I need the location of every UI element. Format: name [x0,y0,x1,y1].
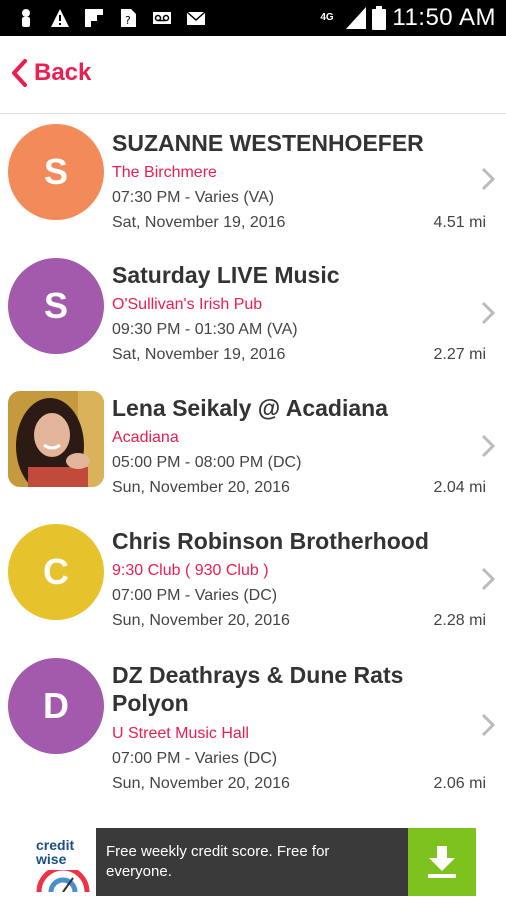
chevron-right-icon [481,301,496,325]
warning-icon [51,9,69,27]
event-time: 05:00 PM - 08:00 PM (DC) [112,454,302,471]
event-time: 07:00 PM - Varies (DC) [112,750,278,767]
chevron-right-icon [481,713,496,737]
event-time: 07:00 PM - Varies (DC) [112,587,278,604]
event-title: Lena Seikaly @ Acadiana [112,395,388,421]
event-distance: 4.51 mi [433,214,486,231]
ad-text: Free weekly credit score. Free for every… [106,843,330,880]
chevron-right-icon [481,434,496,458]
signal-icon [346,7,367,29]
event-title: Chris Robinson Brotherhood [112,528,429,554]
event-list-item[interactable]: Lena Seikaly @ Acadiana Acadiana 05:00 P… [0,381,506,514]
flipboard-icon [85,9,103,27]
chevron-right-icon [481,167,496,191]
event-title: DZ Deathrays & Dune Rats Polyon [112,662,404,716]
back-label: Back [34,59,92,86]
event-distance: 2.06 mi [433,775,486,792]
avatar: S [8,124,104,220]
voicemail-icon [153,12,171,24]
event-list-item[interactable]: C Chris Robinson Brotherhood 9:30 Club (… [0,514,506,646]
svg-text:?: ? [125,14,131,27]
notification-icons: ? [16,7,206,29]
avatar: C [8,524,104,620]
event-distance: 2.04 mi [433,479,486,496]
event-venue[interactable]: The Birchmere [112,164,217,182]
event-list-item[interactable]: S Saturday LIVE Music O'Sullivan's Irish… [0,248,506,381]
event-date: Sat, November 19, 2016 [112,214,286,231]
artist-photo [8,391,104,487]
status-indicators: 4G 11:50 AM [320,4,496,32]
person-icon [22,9,30,27]
chevron-left-icon [12,59,27,87]
sim-icon: ? [121,9,136,27]
creditwise-logo-text: credit wise [36,837,75,867]
ad-download-button[interactable] [408,828,476,896]
event-list-item[interactable]: S SUZANNE WESTENHOEFER The Birchmere 07:… [0,116,506,248]
event-time: 07:30 PM - Varies (VA) [112,189,275,206]
avatar: S [8,258,104,354]
event-venue[interactable]: O'Sullivan's Irish Pub [112,296,262,314]
event-venue[interactable]: 9:30 Club ( 930 Club ) [112,562,269,580]
creditwise-logo: credit wise [30,828,96,896]
event-distance: 2.27 mi [433,346,486,363]
clock: 11:50 AM [392,4,496,31]
event-date: Sat, November 19, 2016 [112,346,286,363]
avatar: D [8,658,104,754]
download-icon [428,846,456,878]
event-time: 09:30 PM - 01:30 AM (VA) [112,321,298,338]
network-type: 4G [320,12,334,23]
mail-icon [186,11,206,25]
event-date: Sun, November 20, 2016 [112,479,290,496]
event-title: Saturday LIVE Music [112,262,340,288]
gauge-icon [36,870,90,892]
event-list-item[interactable]: D DZ Deathrays & Dune Rats Polyon U Stre… [0,646,506,806]
event-venue[interactable]: U Street Music Hall [112,725,249,743]
app-bar: Back [0,36,506,114]
event-venue[interactable]: Acadiana [112,429,179,447]
event-distance: 2.28 mi [433,612,486,629]
battery-icon [372,6,387,30]
back-button[interactable]: Back [10,58,91,88]
artist-photo-image [8,391,104,487]
event-date: Sun, November 20, 2016 [112,612,290,629]
status-bar: ? 4G 11:50 AM [0,0,506,36]
event-date: Sun, November 20, 2016 [112,775,290,792]
chevron-right-icon [481,567,496,591]
event-title: SUZANNE WESTENHOEFER [112,130,424,156]
ad-banner[interactable]: credit wise Free weekly credit score. Fr… [30,828,476,896]
